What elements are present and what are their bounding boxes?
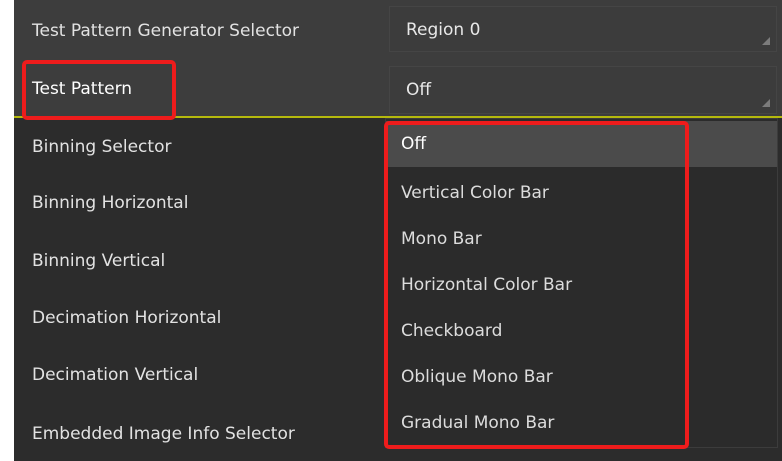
highlight-frame-test-pattern-label [22,60,176,120]
property-label: Decimation Vertical [32,365,199,385]
test-pattern-generator-selector-dropdown[interactable]: Region 0 [389,6,777,52]
property-label: Decimation Horizontal [32,308,222,328]
property-label: Binning Vertical [32,251,166,271]
resize-grip-icon [762,99,770,107]
dropdown-value: Region 0 [406,20,481,40]
property-label: Binning Horizontal [32,193,189,213]
resize-grip-icon [762,37,770,45]
property-row-test-pattern-generator-selector[interactable]: Test Pattern Generator Selector Region 0 [14,0,782,62]
dropdown-value: Off [406,80,432,100]
highlight-frame-options-list [384,121,689,449]
property-label: Test Pattern Generator Selector [32,21,300,41]
test-pattern-dropdown[interactable]: Off [389,66,777,114]
property-label: Binning Selector [32,137,172,157]
property-label: Embedded Image Info Selector [32,424,295,444]
